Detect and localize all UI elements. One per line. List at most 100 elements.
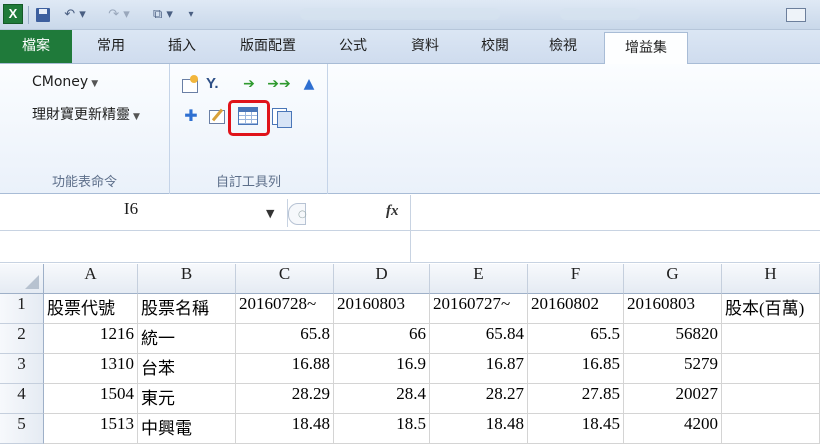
undo-icon[interactable]: ↶ ▾ [60,6,90,24]
cell-f3[interactable]: 16.85 [528,354,624,384]
name-box-value[interactable]: I6 [0,199,262,227]
cell-b2[interactable]: 統一 [138,324,236,354]
cell-e4[interactable]: 28.27 [430,384,528,414]
group-label-menu-commands: 功能表命令 [51,175,117,190]
double-arrow-right-icon[interactable]: ➔➔ [264,74,294,94]
row-header-4[interactable]: 4 [0,384,44,414]
new-sheet-icon[interactable] [180,74,202,94]
cell-h4[interactable] [722,384,820,414]
column-header-e[interactable]: E [430,264,528,294]
column-header-c[interactable]: C [236,264,334,294]
cell-a4[interactable]: 1504 [44,384,138,414]
tab-file[interactable]: 檔案 [0,30,72,63]
formula-bar-expanded [0,231,820,263]
title-bar: X ↶ ▾ ↷ ▾ ⧉ ▾ ▾ [0,0,820,30]
row-header-5[interactable]: 5 [0,414,44,444]
redo-icon[interactable]: ↷ ▾ [104,6,134,24]
cell-a1[interactable]: 股票代號 [44,294,138,324]
cell-b4[interactable]: 東元 [138,384,236,414]
chevron-down-icon[interactable]: ▼ [266,207,274,220]
column-header-h[interactable]: H [722,264,820,294]
cell-b3[interactable]: 台苯 [138,354,236,384]
arrow-right-icon[interactable]: ➔ [238,74,260,94]
excel-logo-icon[interactable]: X [3,4,23,24]
ribbon-tab-strip: 檔案 常用 插入 版面配置 公式 資料 校閱 檢視 增益集 [0,30,820,65]
fx-icon[interactable]: fx [386,203,399,220]
cell-e5[interactable]: 18.48 [430,414,528,444]
cell-h5[interactable] [722,414,820,444]
filter-icon[interactable]: Y. [206,74,228,94]
tab-page-layout[interactable]: 版面配置 [222,30,314,63]
cell-c2[interactable]: 65.8 [236,324,334,354]
column-header-g[interactable]: G [624,264,722,294]
tab-view[interactable]: 檢視 [532,30,594,63]
row-header-1[interactable]: 1 [0,294,44,324]
window-icon[interactable]: ⧉ ▾ [148,6,178,24]
separator [28,6,29,24]
cell-d3[interactable]: 16.9 [334,354,430,384]
tab-formulas[interactable]: 公式 [322,30,384,63]
update-wizard-menu[interactable]: 理財寶更新精靈 ▼ [32,104,140,124]
column-header-a[interactable]: A [44,264,138,294]
cmoney-menu[interactable]: CMoney ▼ [32,74,98,90]
window-title-blurred-2 [560,8,640,20]
cell-d1[interactable]: 20160803 [334,294,430,324]
tab-data[interactable]: 資料 [394,30,456,63]
cell-e1[interactable]: 20160727~ [430,294,528,324]
restore-window-icon[interactable] [780,4,820,24]
row-header-3[interactable]: 3 [0,354,44,384]
cell-a3[interactable]: 1310 [44,354,138,384]
cell-h3[interactable] [722,354,820,384]
cell-g3[interactable]: 5279 [624,354,722,384]
formula-input[interactable] [412,197,818,229]
column-header-b[interactable]: B [138,264,236,294]
cell-c1[interactable]: 20160728~ [236,294,334,324]
cell-c5[interactable]: 18.48 [236,414,334,444]
cell-d4[interactable]: 28.4 [334,384,430,414]
table-icon[interactable] [238,107,258,125]
cell-f2[interactable]: 65.5 [528,324,624,354]
cell-d2[interactable]: 66 [334,324,430,354]
row-header-2[interactable]: 2 [0,324,44,354]
select-all-button[interactable] [0,264,44,294]
arrow-up-icon[interactable]: ▲ [298,74,320,94]
cell-g4[interactable]: 20027 [624,384,722,414]
cell-b1[interactable]: 股票名稱 [138,294,236,324]
cell-f1[interactable]: 20160802 [528,294,624,324]
cell-d5[interactable]: 18.5 [334,414,430,444]
chevron-down-icon: ▼ [133,112,140,122]
cell-a2[interactable]: 1216 [44,324,138,354]
cell-h2[interactable] [722,324,820,354]
cell-b5[interactable]: 中興電 [138,414,236,444]
cell-c3[interactable]: 16.88 [236,354,334,384]
menu-commands-group: CMoney ▼ 理財寶更新精靈 ▼ 功能表命令 [0,64,170,194]
cell-f5[interactable]: 18.45 [528,414,624,444]
cell-c4[interactable]: 28.29 [236,384,334,414]
cmoney-menu-label: CMoney [32,74,89,90]
worksheet-grid[interactable]: A B C D E F G H 1 股票代號 股票名稱 20160728~ 20160803 201607… [0,264,820,446]
cell-g2[interactable]: 56820 [624,324,722,354]
column-header-f[interactable]: F [528,264,624,294]
tab-review[interactable]: 校閱 [464,30,526,63]
tab-home[interactable]: 常用 [80,30,142,63]
cell-e2[interactable]: 65.84 [430,324,528,354]
tab-add-ins[interactable]: 增益集 [604,32,688,65]
cell-e3[interactable]: 16.87 [430,354,528,384]
cell-g1[interactable]: 20160803 [624,294,722,324]
customize-icon[interactable]: ▾ [186,6,196,24]
cell-h1[interactable]: 股本(百萬) [722,294,820,324]
column-header-d[interactable]: D [334,264,430,294]
edit-icon[interactable] [206,106,228,126]
tab-insert[interactable]: 插入 [152,30,212,63]
cell-f4[interactable]: 27.85 [528,384,624,414]
plus-icon[interactable]: ✚ [180,106,202,126]
dot-icon: ○ [298,209,307,220]
name-box[interactable]: I6 ▼ [0,199,288,227]
cell-a5[interactable]: 1513 [44,414,138,444]
chevron-down-icon: ▼ [91,79,99,89]
cell-g5[interactable]: 4200 [624,414,722,444]
save-icon[interactable] [34,6,52,24]
window-title-blurred [300,8,500,20]
group-label-custom-toolbar: 自訂工具列 [215,175,281,190]
copy-window-icon[interactable] [270,106,292,128]
